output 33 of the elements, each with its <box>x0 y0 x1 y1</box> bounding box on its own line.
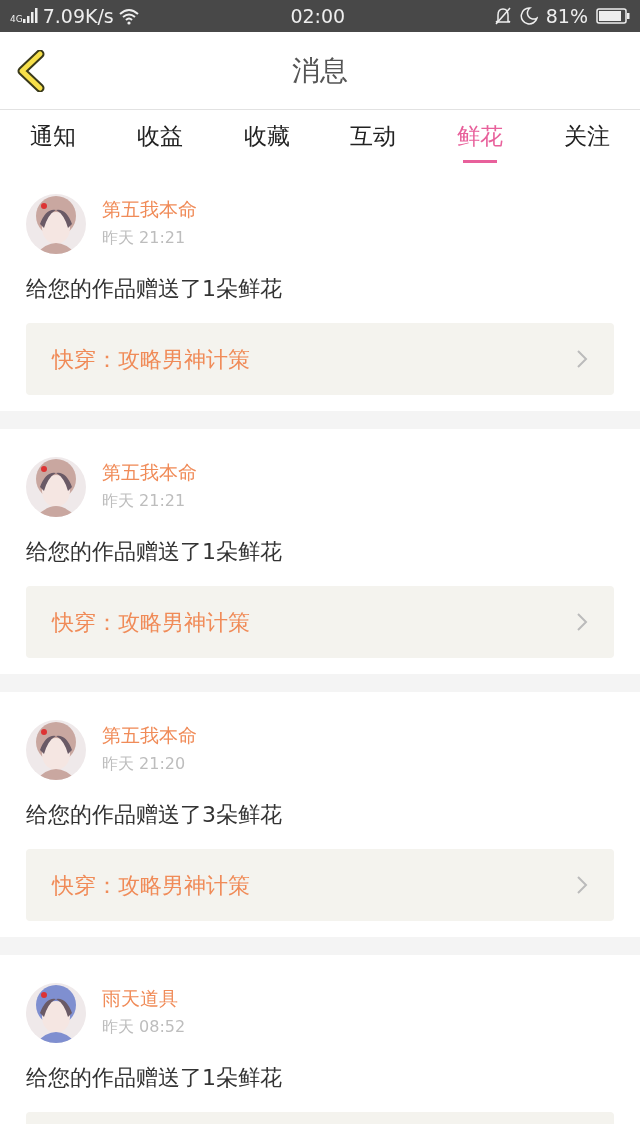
book-card[interactable]: 快穿：攻略男神计策 <box>26 586 614 658</box>
message-text: 给您的作品赠送了1朵鲜花 <box>26 275 283 303</box>
chevron-right-icon <box>576 875 588 895</box>
user-name[interactable]: 雨天道具 <box>102 986 186 1010</box>
book-card[interactable]: 快穿：攻略男神计策 <box>26 849 614 921</box>
message-text: 给您的作品赠送了1朵鲜花 <box>26 1064 283 1092</box>
tab[interactable]: 收益 <box>106 110 213 166</box>
tab[interactable]: 鲜花 <box>427 110 534 166</box>
message-time: 昨天 21:21 <box>102 490 187 513</box>
chevron-right-icon <box>576 349 588 369</box>
status-time: 02:00 <box>290 4 346 27</box>
tab[interactable]: 通知 <box>0 110 106 166</box>
message-text: 给您的作品赠送了1朵鲜花 <box>26 538 283 566</box>
user-name[interactable]: 第五我本命 <box>102 723 197 747</box>
message-text: 给您的作品赠送了3朵鲜花 <box>26 801 283 829</box>
message-time: 昨天 21:21 <box>102 227 187 250</box>
signal-icon <box>22 8 39 24</box>
chevron-right-icon <box>576 612 588 632</box>
message-time: 昨天 08:52 <box>102 1016 186 1039</box>
page-title: 消息 <box>292 52 348 89</box>
user-name[interactable]: 第五我本命 <box>102 197 197 221</box>
moon-icon <box>519 7 538 25</box>
battery-level: 81% <box>545 3 588 29</box>
network-label: 4G <box>10 15 23 24</box>
tab[interactable]: 收藏 <box>213 110 320 166</box>
message-time: 昨天 21:20 <box>102 753 187 776</box>
network-speed: 7.09K/s <box>42 3 114 29</box>
tab[interactable]: 互动 <box>320 110 427 166</box>
tab[interactable]: 关注 <box>534 110 640 166</box>
book-card[interactable]: 快穿：攻略男神计策 <box>26 323 614 395</box>
muted-bell-icon <box>493 7 512 25</box>
battery-icon <box>596 7 630 25</box>
user-name[interactable]: 第五我本命 <box>102 460 197 484</box>
